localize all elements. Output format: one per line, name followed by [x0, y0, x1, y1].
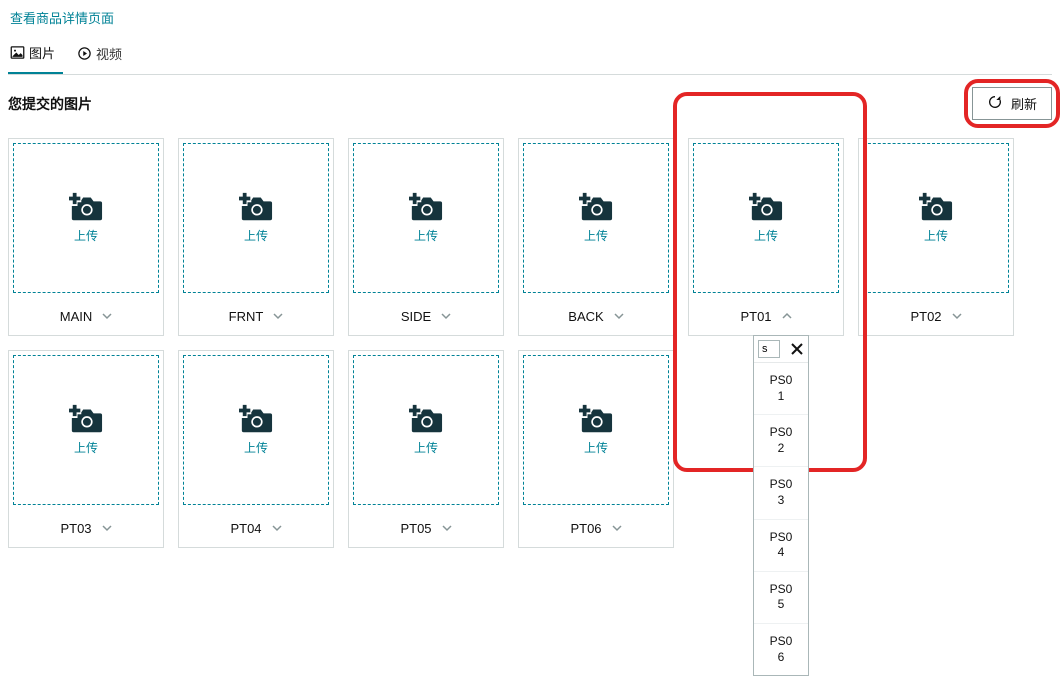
variant-dropdown: PS01PS02PS03PS04PS05PS06	[753, 335, 809, 676]
chevron-down-icon	[614, 311, 624, 321]
upload-card-pt03: 上传 PT03	[8, 350, 164, 548]
variant-select[interactable]: MAIN	[9, 297, 163, 335]
variant-select[interactable]: BACK	[519, 297, 673, 335]
chevron-down-icon	[272, 523, 282, 533]
upload-card-pt04: 上传 PT04	[178, 350, 334, 548]
variant-code: PT06	[570, 521, 601, 536]
upload-dropzone[interactable]: 上传	[693, 143, 839, 293]
camera-plus-icon	[579, 192, 613, 225]
upload-dropzone[interactable]: 上传	[523, 143, 669, 293]
variant-code: SIDE	[401, 309, 431, 324]
upload-card-frnt: 上传 FRNT	[178, 138, 334, 336]
dropdown-search-input[interactable]	[758, 340, 780, 358]
cards-grid: 上传 MAIN 上传 FRNT 上传 SIDE 上传 BACK	[8, 138, 1052, 548]
variant-code: PT05	[400, 521, 431, 536]
chevron-up-icon	[782, 311, 792, 321]
variant-code: PT03	[60, 521, 91, 536]
page-title: 您提交的图片	[8, 94, 92, 114]
variant-select[interactable]: FRNT	[179, 297, 333, 335]
chevron-down-icon	[102, 311, 112, 321]
chevron-down-icon	[273, 311, 283, 321]
variant-select[interactable]: PT01	[689, 297, 843, 335]
camera-plus-icon	[409, 192, 443, 225]
upload-label: 上传	[244, 227, 268, 244]
chevron-down-icon	[442, 523, 452, 533]
camera-plus-icon	[239, 192, 273, 225]
upload-card-pt02: 上传 PT02	[858, 138, 1014, 336]
variant-select[interactable]: PT02	[859, 297, 1013, 335]
dropdown-option[interactable]: PS02	[754, 415, 808, 467]
dropdown-option[interactable]: PS05	[754, 572, 808, 624]
variant-code: PT04	[230, 521, 261, 536]
upload-label: 上传	[754, 227, 778, 244]
upload-card-pt01: 上传 PT01 PS01PS02PS03PS04PS05PS06	[688, 138, 844, 336]
tabs-bar: 图片 视频	[8, 39, 1052, 75]
tab-video-label: 视频	[96, 44, 122, 63]
chevron-down-icon	[441, 311, 451, 321]
dropdown-option[interactable]: PS01	[754, 363, 808, 415]
dropdown-option[interactable]: PS03	[754, 467, 808, 519]
variant-code: PT01	[740, 309, 771, 324]
refresh-icon	[987, 94, 1003, 113]
upload-label: 上传	[924, 227, 948, 244]
upload-dropzone[interactable]: 上传	[353, 355, 499, 505]
chevron-down-icon	[102, 523, 112, 533]
upload-card-main: 上传 MAIN	[8, 138, 164, 336]
upload-dropzone[interactable]: 上传	[183, 143, 329, 293]
upload-label: 上传	[74, 227, 98, 244]
variant-code: PT02	[910, 309, 941, 324]
image-icon	[10, 45, 25, 60]
variant-select[interactable]: PT03	[9, 509, 163, 547]
upload-dropzone[interactable]: 上传	[183, 355, 329, 505]
chevron-down-icon	[952, 311, 962, 321]
upload-label: 上传	[414, 227, 438, 244]
upload-label: 上传	[584, 439, 608, 456]
tab-image[interactable]: 图片	[8, 39, 63, 74]
variant-select[interactable]: PT06	[519, 509, 673, 547]
upload-dropzone[interactable]: 上传	[353, 143, 499, 293]
refresh-button[interactable]: 刷新	[972, 87, 1052, 120]
close-icon[interactable]	[790, 342, 804, 356]
upload-dropzone[interactable]: 上传	[13, 355, 159, 505]
upload-dropzone[interactable]: 上传	[523, 355, 669, 505]
upload-card-side: 上传 SIDE	[348, 138, 504, 336]
chevron-down-icon	[612, 523, 622, 533]
variant-select[interactable]: PT04	[179, 509, 333, 547]
tab-video[interactable]: 视频	[75, 40, 130, 73]
tab-image-label: 图片	[29, 43, 55, 62]
upload-dropzone[interactable]: 上传	[863, 143, 1009, 293]
camera-plus-icon	[239, 404, 273, 437]
camera-plus-icon	[69, 192, 103, 225]
upload-label: 上传	[74, 439, 98, 456]
camera-plus-icon	[579, 404, 613, 437]
refresh-label: 刷新	[1011, 94, 1037, 113]
upload-card-back: 上传 BACK	[518, 138, 674, 336]
camera-plus-icon	[409, 404, 443, 437]
variant-select[interactable]: SIDE	[349, 297, 503, 335]
upload-label: 上传	[244, 439, 268, 456]
dropdown-option[interactable]: PS06	[754, 624, 808, 675]
camera-plus-icon	[749, 192, 783, 225]
variant-code: FRNT	[229, 309, 264, 324]
variant-code: BACK	[568, 309, 603, 324]
variant-code: MAIN	[60, 309, 93, 324]
upload-dropzone[interactable]: 上传	[13, 143, 159, 293]
variant-select[interactable]: PT05	[349, 509, 503, 547]
camera-plus-icon	[69, 404, 103, 437]
camera-plus-icon	[919, 192, 953, 225]
upload-label: 上传	[414, 439, 438, 456]
video-icon	[77, 46, 92, 61]
dropdown-option[interactable]: PS04	[754, 520, 808, 572]
upload-card-pt06: 上传 PT06	[518, 350, 674, 548]
upload-card-pt05: 上传 PT05	[348, 350, 504, 548]
view-detail-link[interactable]: 查看商品详情页面	[8, 0, 1052, 33]
upload-label: 上传	[584, 227, 608, 244]
